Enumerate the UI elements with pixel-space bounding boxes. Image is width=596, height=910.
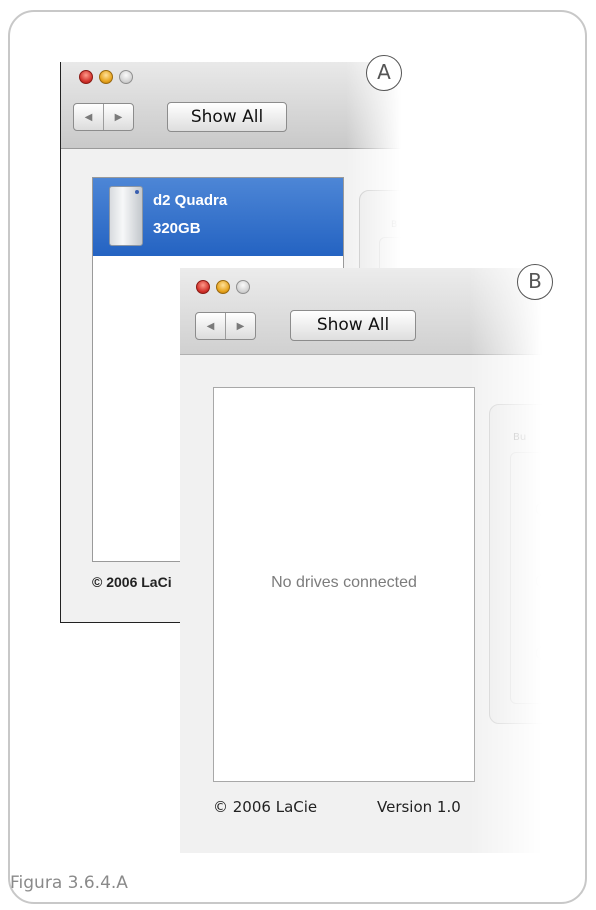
figure-caption: Figura 3.6.4.A <box>10 873 128 893</box>
callout-b: B <box>517 264 553 300</box>
close-light-icon[interactable] <box>79 70 93 84</box>
empty-list-message: No drives connected <box>271 574 417 591</box>
show-all-button[interactable]: Show All <box>290 310 416 341</box>
forward-arrow-icon[interactable]: ▶ <box>103 104 133 130</box>
minimize-light-icon[interactable] <box>99 70 113 84</box>
minimize-light-icon[interactable] <box>216 280 230 294</box>
preferences-window-b: ◀ ▶ Show All No drives connected Bu © 20… <box>180 268 542 853</box>
zoom-light-icon[interactable] <box>236 280 250 294</box>
forward-arrow-icon[interactable]: ▶ <box>225 313 255 339</box>
nav-arrows-a: ◀ ▶ <box>73 103 134 131</box>
nav-arrows-b: ◀ ▶ <box>195 312 256 340</box>
drive-name: d2 Quadra <box>153 192 228 209</box>
hard-drive-icon <box>109 186 143 246</box>
version-label: Version 1.0 <box>377 798 461 816</box>
back-arrow-icon[interactable]: ◀ <box>196 313 225 339</box>
traffic-lights-a <box>79 70 133 84</box>
show-all-button[interactable]: Show All <box>167 102 287 132</box>
drive-size: 320GB <box>153 220 201 237</box>
copyright-b: © 2006 LaCie <box>213 798 318 816</box>
callout-a: A <box>366 55 402 91</box>
drive-row-selected[interactable]: d2 Quadra 320GB <box>93 178 343 256</box>
back-arrow-icon[interactable]: ◀ <box>74 104 103 130</box>
traffic-lights-b <box>196 280 250 294</box>
copyright-a: © 2006 LaCi <box>92 574 172 590</box>
close-light-icon[interactable] <box>196 280 210 294</box>
drive-list-b: No drives connected <box>213 387 475 782</box>
settings-group-label-a: B <box>391 220 398 230</box>
settings-group-label-b: Bu <box>513 432 527 443</box>
zoom-light-icon[interactable] <box>119 70 133 84</box>
